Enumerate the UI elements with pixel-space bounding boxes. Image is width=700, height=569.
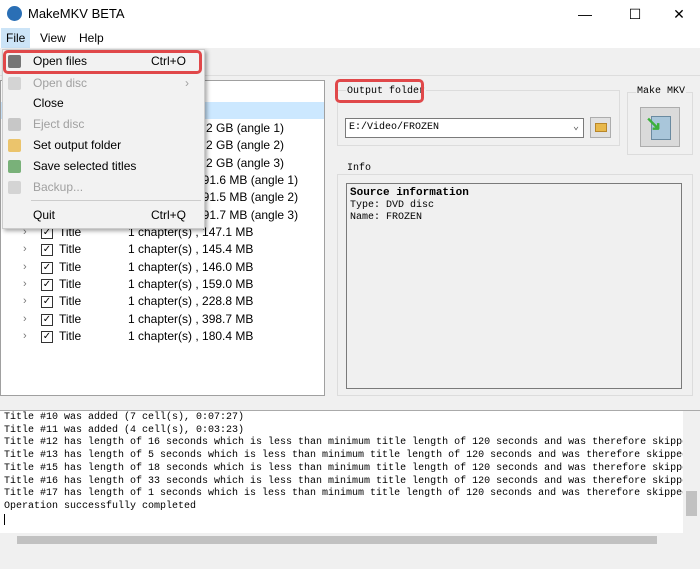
title-checkbox[interactable]: ✓ <box>41 296 53 309</box>
tree-row[interactable]: › ✓ Title 1 chapter(s) , 180.4 MB <box>1 328 324 345</box>
title-checkbox[interactable]: ✓ <box>41 330 53 343</box>
tree-row[interactable]: › ✓ Title 1 chapter(s) , 145.4 MB <box>1 241 324 258</box>
info-heading: Source information <box>350 187 469 199</box>
chevron-right-icon[interactable]: › <box>23 328 27 345</box>
menu-item-shortcut: Ctrl+Q <box>151 208 187 222</box>
info-panel: Source information Type: DVD disc Name: … <box>346 183 682 389</box>
highlight-output-folder <box>335 79 424 103</box>
title-name: Title <box>59 294 82 309</box>
menu-view[interactable]: View <box>35 28 71 48</box>
chevron-right-icon[interactable]: › <box>23 276 27 293</box>
title-checkbox[interactable]: ✓ <box>41 313 53 326</box>
log-output[interactable]: Title #10 was added (7 cell(s), 0:07:27)… <box>0 410 700 533</box>
tree-row-info: 291.6 MB (angle 1) <box>196 172 299 187</box>
menu-item-set-output-folder[interactable]: Set output folder <box>3 135 204 156</box>
tree-row-info: 5.2 GB (angle 1) <box>196 121 285 135</box>
menu-item-eject-disc[interactable]: Eject disc <box>3 114 204 135</box>
title-name: Title <box>59 276 82 291</box>
menu-item-label: Close <box>33 96 64 110</box>
file-menu-dropdown: Open files Ctrl+O Open disc › Close Eject dis… <box>2 49 205 229</box>
save-icon <box>8 160 21 173</box>
menu-item-backup[interactable]: Backup... <box>3 177 204 198</box>
menu-help[interactable]: Help <box>74 28 109 48</box>
output-folder-path: E:/Video/FROZEN <box>349 122 440 133</box>
tree-row-info: 291.5 MB (angle 2) <box>196 190 299 205</box>
title-name: Title <box>59 311 82 326</box>
menu-item-label: Open disc <box>33 76 88 90</box>
minimize-button[interactable]: — <box>562 0 608 28</box>
menu-item-close[interactable]: Close <box>3 93 204 114</box>
chevron-right-icon[interactable]: › <box>23 293 27 310</box>
title-info: 1 chapter(s) , 146.0 MB <box>128 259 254 274</box>
log-vertical-scrollbar[interactable] <box>683 411 700 533</box>
log-line: Title #11 was added (4 cell(s), 0:03:23) <box>4 424 245 436</box>
log-line: Title #16 has length of 33 seconds which… <box>4 475 695 487</box>
open-disc-icon <box>8 77 21 90</box>
folder-icon <box>595 123 607 132</box>
tree-row-info: 291.7 MB (angle 3) <box>196 207 299 222</box>
output-folder-combobox[interactable]: E:/Video/FROZEN ⌄ <box>345 118 584 138</box>
title-info: 1 chapter(s) , 145.4 MB <box>128 242 254 257</box>
tree-row[interactable]: › ✓ Title 1 chapter(s) , 146.0 MB <box>1 259 324 276</box>
log-line: Operation successfully completed <box>4 500 197 512</box>
close-button[interactable]: ✕ <box>656 0 700 28</box>
menu-separator <box>31 200 201 201</box>
title-name: Title <box>59 328 82 343</box>
chevron-right-icon[interactable]: › <box>23 241 27 258</box>
folder-icon <box>8 139 21 152</box>
menu-item-quit[interactable]: Quit Ctrl+Q <box>3 205 204 226</box>
menu-item-shortcut: › <box>185 76 189 90</box>
title-checkbox[interactable]: ✓ <box>41 278 53 291</box>
tree-row-info: 5.2 GB (angle 2) <box>196 138 285 153</box>
browse-folder-button[interactable] <box>590 117 611 138</box>
menu-item-label: Eject disc <box>33 117 85 131</box>
title-info: 1 chapter(s) , 228.8 MB <box>128 294 254 309</box>
title-checkbox[interactable]: ✓ <box>41 244 53 257</box>
menu-item-label: Quit <box>33 208 56 222</box>
log-line: Title #15 has length of 18 seconds which… <box>4 462 695 474</box>
menu-item-label: Save selected titles <box>33 159 137 173</box>
menu-file[interactable]: File <box>1 28 31 48</box>
tree-row-info: 5.2 GB (angle 3) <box>196 155 285 170</box>
text-cursor <box>4 513 5 525</box>
tree-row[interactable]: › ✓ Title 1 chapter(s) , 228.8 MB <box>1 293 324 310</box>
backup-icon <box>8 181 21 194</box>
chevron-right-icon[interactable]: › <box>23 259 27 276</box>
menu-bar: File View Help <box>0 28 700 48</box>
log-line: Title #12 has length of 16 seconds which… <box>4 437 695 449</box>
log-horizontal-scrollbar[interactable] <box>0 533 700 547</box>
info-line: Type: DVD disc <box>350 199 435 211</box>
tree-row[interactable]: › ✓ Title 1 chapter(s) , 159.0 MB <box>1 276 324 293</box>
menu-item-open-disc[interactable]: Open disc › <box>3 73 204 94</box>
menu-item-save-selected-titles[interactable]: Save selected titles <box>3 156 204 177</box>
chevron-right-icon[interactable]: › <box>23 311 27 328</box>
eject-icon <box>8 118 21 131</box>
make-mkv-label: Make MKV <box>636 86 687 97</box>
title-checkbox[interactable]: ✓ <box>41 261 53 274</box>
maximize-button[interactable]: ☐ <box>612 0 658 28</box>
app-logo-icon <box>7 6 22 21</box>
title-bar: MakeMKV BETA — ☐ ✕ <box>0 0 700 28</box>
tree-row[interactable]: › ✓ Title 1 chapter(s) , 398.7 MB <box>1 311 324 328</box>
log-line: Title #13 has length of 5 seconds which … <box>4 450 689 462</box>
info-line: Name: FROZEN <box>350 212 423 223</box>
chevron-down-icon: ⌄ <box>572 122 579 133</box>
title-info: 1 chapter(s) , 398.7 MB <box>128 311 254 326</box>
title-info: 1 chapter(s) , 180.4 MB <box>128 328 254 343</box>
make-mkv-button[interactable]: ↘ <box>640 107 680 147</box>
menu-item-label: Backup... <box>33 180 84 194</box>
log-line: Title #17 has length of 1 seconds which … <box>4 488 689 500</box>
arrow-icon: ↘ <box>645 113 662 135</box>
title-name: Title <box>59 242 82 257</box>
title-info: 1 chapter(s) , 159.0 MB <box>128 276 254 291</box>
menu-item-label: Set output folder <box>33 138 122 152</box>
info-label: Info <box>346 163 373 174</box>
title-name: Title <box>59 259 82 274</box>
log-line: Title #10 was added (7 cell(s), 0:07:27) <box>4 412 245 423</box>
highlight-open-files <box>3 50 202 74</box>
window-title: MakeMKV BETA <box>28 6 125 21</box>
